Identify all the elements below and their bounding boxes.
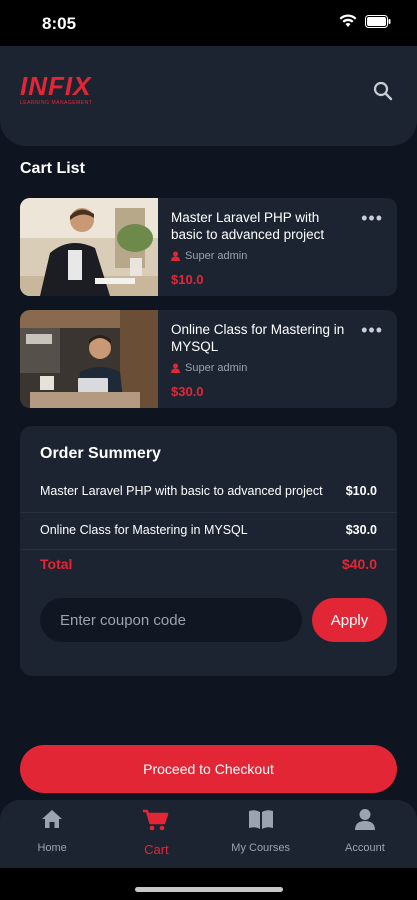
home-bar-area xyxy=(0,868,417,900)
order-summary: Order Summery Master Laravel PHP with ba… xyxy=(20,426,397,676)
total-value: $40.0 xyxy=(341,556,377,572)
author-name: Super admin xyxy=(185,250,248,262)
course-author: Super admin xyxy=(171,362,247,374)
nav-home[interactable]: Home xyxy=(0,800,104,868)
summary-item-name: Master Laravel PHP with basic to advance… xyxy=(40,484,323,498)
course-thumbnail xyxy=(20,310,158,408)
summary-item-name: Online Class for Mastering in MYSQL xyxy=(40,523,248,537)
nav-label: My Courses xyxy=(231,842,290,854)
course-price: $10.0 xyxy=(171,272,204,287)
user-icon xyxy=(354,809,375,830)
divider xyxy=(20,549,397,550)
course-price: $30.0 xyxy=(171,384,204,399)
course-author: Super admin xyxy=(171,250,247,262)
divider xyxy=(20,512,397,513)
status-time: 8:05 xyxy=(42,14,77,33)
home-indicator[interactable] xyxy=(135,887,283,892)
logo-text: INFIX xyxy=(20,71,92,101)
logo-subtitle: LEARNING MANAGEMENT xyxy=(20,100,93,106)
cart-icon xyxy=(143,809,169,831)
nav-account[interactable]: Account xyxy=(313,800,417,868)
checkout-button[interactable]: Proceed to Checkout xyxy=(20,745,397,793)
author-name: Super admin xyxy=(185,362,248,374)
more-options-icon[interactable]: ••• xyxy=(361,321,383,339)
wifi-icon xyxy=(339,14,357,27)
nav-label: Cart xyxy=(144,842,169,857)
home-icon xyxy=(42,810,63,828)
course-thumbnail xyxy=(20,198,158,296)
more-options-icon[interactable]: ••• xyxy=(361,209,383,227)
nav-label: Home xyxy=(37,842,67,854)
summary-row: Online Class for Mastering in MYSQL $30.… xyxy=(40,523,377,537)
status-icons xyxy=(339,14,391,28)
nav-my-courses[interactable]: My Courses xyxy=(209,800,313,868)
bottom-nav: Home Cart My Courses Account xyxy=(0,800,417,868)
summary-item-price: $30.0 xyxy=(345,523,377,537)
app-header: INFIX LEARNING MANAGEMENT xyxy=(0,46,417,146)
battery-icon xyxy=(365,14,391,28)
section-title: Cart List xyxy=(20,160,85,177)
apply-button[interactable]: Apply xyxy=(312,598,387,642)
summary-total: Total $40.0 xyxy=(40,556,377,572)
cart-item[interactable]: Master Laravel PHP with basic to advance… xyxy=(20,198,397,296)
coupon-input[interactable] xyxy=(40,598,302,642)
status-bar: 8:05 xyxy=(0,0,417,46)
app-logo: INFIX LEARNING MANAGEMENT xyxy=(20,73,92,106)
summary-row: Master Laravel PHP with basic to advance… xyxy=(40,484,377,498)
nav-label: Account xyxy=(345,842,385,854)
user-icon xyxy=(171,251,180,261)
book-icon xyxy=(248,810,273,829)
cart-item[interactable]: Online Class for Mastering in MYSQL Supe… xyxy=(20,310,397,408)
summary-title: Order Summery xyxy=(40,445,161,462)
summary-item-price: $10.0 xyxy=(345,484,377,498)
total-label: Total xyxy=(40,556,73,572)
course-title: Online Class for Mastering in MYSQL xyxy=(171,322,345,354)
course-title: Master Laravel PHP with basic to advance… xyxy=(171,210,325,242)
search-icon[interactable] xyxy=(371,79,395,103)
user-icon xyxy=(171,363,180,373)
nav-cart[interactable]: Cart xyxy=(104,800,208,868)
